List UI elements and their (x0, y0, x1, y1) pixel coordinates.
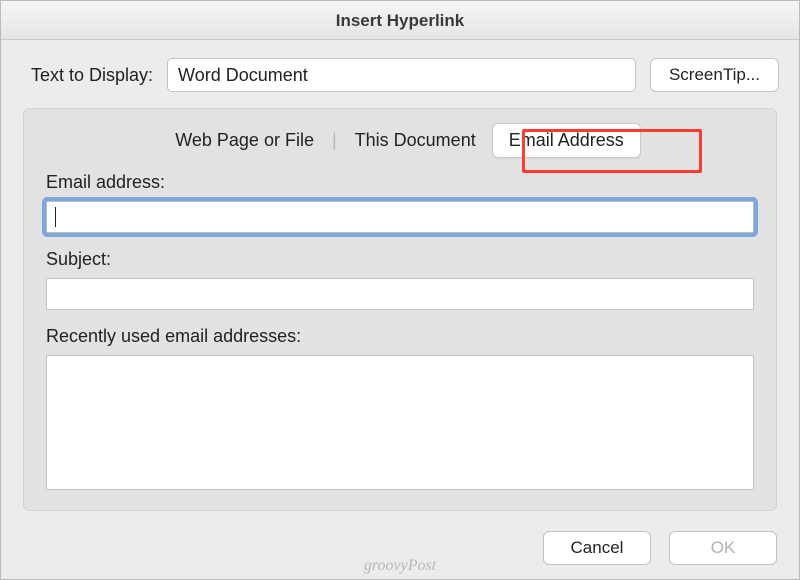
dialog-footer: Cancel OK groovyPost (1, 523, 799, 579)
text-to-display-input[interactable] (167, 58, 636, 92)
tab-web-page[interactable]: Web Page or File (159, 124, 330, 157)
panel-wrap: Web Page or File | This Document Email A… (1, 108, 799, 523)
email-address-label: Email address: (46, 172, 754, 193)
tab-email-address[interactable]: Email Address (492, 123, 641, 158)
hyperlink-panel: Web Page or File | This Document Email A… (23, 108, 777, 511)
tab-this-document[interactable]: This Document (339, 124, 492, 157)
ok-button[interactable]: OK (669, 531, 777, 565)
screentip-button[interactable]: ScreenTip... (650, 58, 779, 92)
watermark-text: groovyPost (364, 557, 436, 575)
tab-bar: Web Page or File | This Document Email A… (46, 123, 754, 172)
email-address-input[interactable] (46, 201, 754, 233)
cancel-button[interactable]: Cancel (543, 531, 651, 565)
subject-label: Subject: (46, 249, 754, 270)
text-to-display-label: Text to Display: (25, 65, 153, 86)
subject-input[interactable] (46, 278, 754, 310)
recent-addresses-list[interactable] (46, 355, 754, 490)
dialog-title: Insert Hyperlink (1, 1, 799, 40)
recent-addresses-label: Recently used email addresses: (46, 326, 754, 347)
text-to-display-row: Text to Display: ScreenTip... (1, 40, 799, 108)
insert-hyperlink-dialog: Insert Hyperlink Text to Display: Screen… (0, 0, 800, 580)
tab-separator: | (330, 130, 339, 151)
